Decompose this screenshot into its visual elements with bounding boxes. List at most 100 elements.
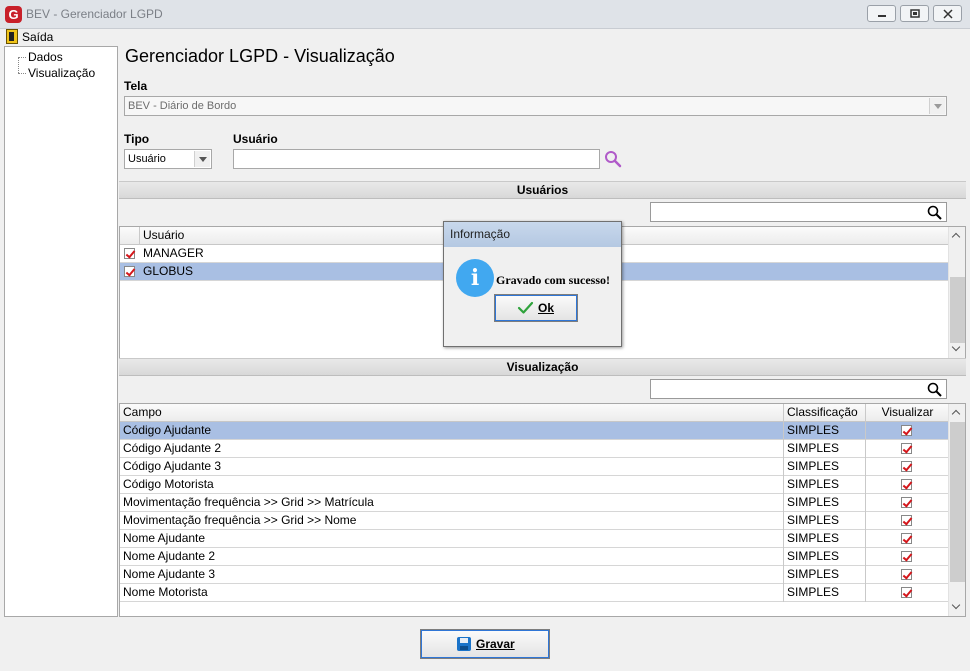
usuario-cell: GLOBUS [143, 264, 194, 278]
visualizacao-grid-header: Campo Classificação Visualizar [120, 404, 949, 422]
visualizar-checkbox[interactable] [901, 479, 912, 490]
table-row[interactable]: Código Ajudante 2 SIMPLES [120, 440, 949, 458]
floppy-disk-icon [457, 637, 471, 651]
title-bar: G BEV - Gerenciador LGPD [0, 0, 970, 29]
table-row[interactable]: Nome Ajudante SIMPLES [120, 530, 949, 548]
menu-bar: Saída [0, 29, 970, 45]
visualizar-checkbox[interactable] [901, 461, 912, 472]
check-column-header [120, 227, 140, 245]
scroll-down-icon[interactable] [949, 341, 965, 357]
visualizacao-section-header: Visualização [119, 358, 966, 376]
save-button[interactable]: Gravar [420, 629, 550, 659]
scrollbar-thumb[interactable] [950, 422, 965, 582]
table-row[interactable]: Nome Ajudante 2 SIMPLES [120, 548, 949, 566]
visualizar-checkbox[interactable] [901, 587, 912, 598]
info-icon: i [456, 259, 494, 297]
restore-icon [910, 9, 920, 18]
table-row[interactable]: Código Motorista SIMPLES [120, 476, 949, 494]
campo-cell: Código Ajudante 2 [120, 440, 784, 458]
close-icon [943, 9, 953, 19]
chevron-down-icon [194, 151, 210, 167]
classificacao-cell: SIMPLES [784, 566, 866, 584]
app-logo-icon: G [5, 6, 22, 23]
search-icon[interactable] [603, 150, 623, 168]
campo-cell: Movimentação frequência >> Grid >> Matrí… [120, 494, 784, 512]
tree-item-dados[interactable]: Dados [28, 50, 63, 64]
table-row[interactable]: Código Ajudante SIMPLES [120, 422, 949, 440]
campo-cell: Código Motorista [120, 476, 784, 494]
information-dialog: Informação i Gravado com sucesso! Ok [443, 221, 622, 347]
table-row[interactable]: Movimentação frequência >> Grid >> Nome … [120, 512, 949, 530]
ok-button[interactable]: Ok [494, 294, 578, 322]
campo-cell: Movimentação frequência >> Grid >> Nome [120, 512, 784, 530]
classificacao-cell: SIMPLES [784, 584, 866, 602]
row-checkbox[interactable] [124, 266, 135, 277]
visualizar-checkbox[interactable] [901, 533, 912, 544]
table-row[interactable]: Nome Motorista SIMPLES [120, 584, 949, 602]
close-button[interactable] [933, 5, 962, 22]
classificacao-cell: SIMPLES [784, 494, 866, 512]
visualizacao-scrollbar[interactable] [948, 404, 965, 616]
visualizacao-search-input[interactable] [650, 379, 947, 399]
classificacao-cell: SIMPLES [784, 530, 866, 548]
scroll-up-icon[interactable] [949, 228, 965, 244]
scrollbar-thumb[interactable] [950, 277, 965, 343]
usuarios-scrollbar[interactable] [948, 227, 965, 358]
classificacao-cell: SIMPLES [784, 548, 866, 566]
visualizar-column-header[interactable]: Visualizar [866, 404, 949, 422]
tree-connector [18, 57, 26, 58]
navigation-tree: Dados Visualização [4, 46, 118, 617]
visualizar-checkbox[interactable] [901, 443, 912, 454]
minimize-button[interactable] [867, 5, 896, 22]
visualizar-checkbox[interactable] [901, 515, 912, 526]
campo-column-header[interactable]: Campo [120, 404, 784, 422]
classificacao-cell: SIMPLES [784, 440, 866, 458]
tree-item-visualizacao[interactable]: Visualização [28, 66, 95, 80]
classificacao-cell: SIMPLES [784, 422, 866, 440]
usuarios-section-header: Usuários [119, 181, 966, 199]
search-icon [927, 382, 942, 397]
visualizacao-grid: Campo Classificação Visualizar Código Aj… [119, 403, 966, 617]
scroll-up-icon[interactable] [949, 405, 965, 421]
classificacao-column-header[interactable]: Classificação [784, 404, 866, 422]
usuario-input[interactable] [233, 149, 600, 169]
visualizar-checkbox[interactable] [901, 497, 912, 508]
table-row[interactable]: Movimentação frequência >> Grid >> Matrí… [120, 494, 949, 512]
classificacao-cell: SIMPLES [784, 512, 866, 530]
table-row[interactable]: Código Ajudante 3 SIMPLES [120, 458, 949, 476]
chevron-down-icon [929, 98, 945, 114]
visualizar-checkbox[interactable] [901, 551, 912, 562]
campo-cell: Nome Motorista [120, 584, 784, 602]
row-checkbox[interactable] [124, 248, 135, 259]
classificacao-cell: SIMPLES [784, 476, 866, 494]
campo-cell: Nome Ajudante 2 [120, 548, 784, 566]
campo-cell: Nome Ajudante [120, 530, 784, 548]
usuarios-search-input[interactable] [650, 202, 947, 222]
tela-select-value: BEV - Diário de Bordo [128, 100, 237, 112]
scroll-down-icon[interactable] [949, 599, 965, 615]
page-title: Gerenciador LGPD - Visualização [125, 46, 395, 66]
menu-exit[interactable]: Saída [22, 30, 53, 44]
minimize-icon [878, 15, 886, 17]
usuario-column-header[interactable]: Usuário [140, 227, 440, 245]
tipo-label: Tipo [124, 132, 150, 146]
visualizar-checkbox[interactable] [901, 425, 912, 436]
classificacao-cell: SIMPLES [784, 458, 866, 476]
campo-cell: Nome Ajudante 3 [120, 566, 784, 584]
dialog-title: Informação [444, 222, 621, 247]
tela-select[interactable]: BEV - Diário de Bordo [124, 96, 947, 116]
usuario-label: Usuário [233, 132, 278, 146]
restore-button[interactable] [900, 5, 929, 22]
campo-cell: Código Ajudante 3 [120, 458, 784, 476]
tipo-select[interactable]: Usuário [124, 149, 212, 169]
tree-connector [18, 73, 26, 74]
tipo-select-value: Usuário [128, 153, 166, 165]
table-row[interactable]: Nome Ajudante 3 SIMPLES [120, 566, 949, 584]
checkmark-icon [517, 301, 534, 314]
tela-label: Tela [124, 79, 148, 93]
search-icon [927, 205, 942, 220]
usuario-cell: MANAGER [143, 246, 204, 260]
window-title: BEV - Gerenciador LGPD [26, 7, 163, 21]
save-button-label: Gravar [476, 637, 515, 651]
visualizar-checkbox[interactable] [901, 569, 912, 580]
